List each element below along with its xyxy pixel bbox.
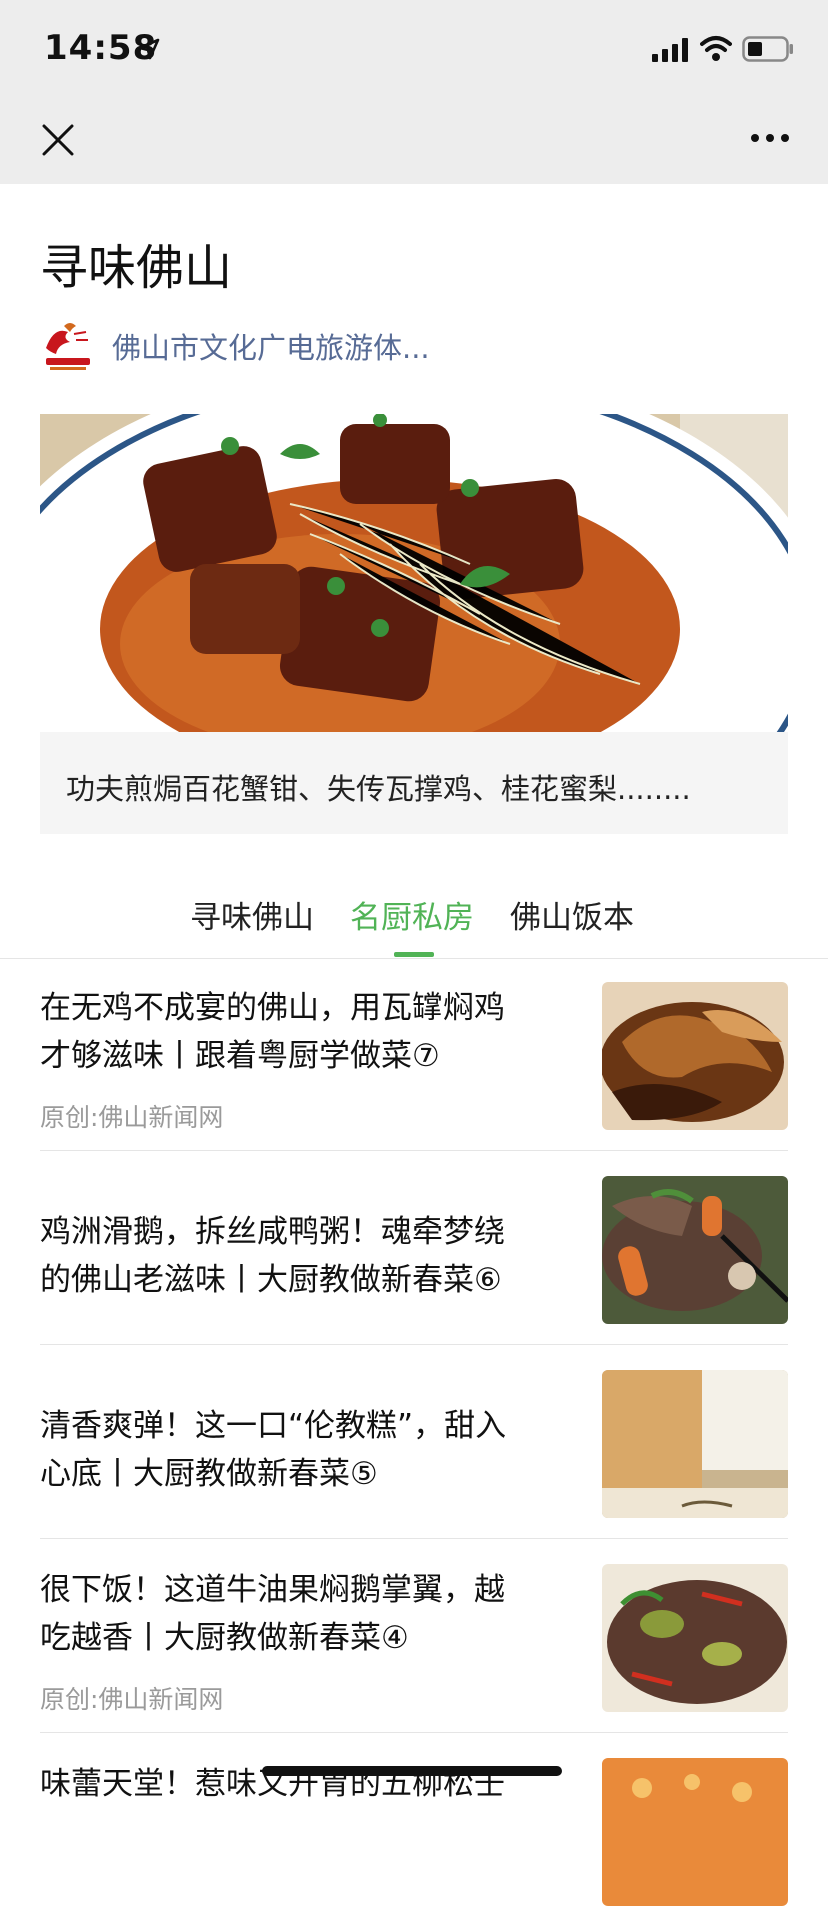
article-title-line1: 很下饭！这道牛油果焖鹅掌翼，越	[40, 1572, 505, 1608]
hero-caption: 功夫煎焗百花蟹钳、失传瓦撑鸡、桂花蜜梨........	[66, 772, 691, 806]
article-thumbnail	[602, 1176, 788, 1324]
location-arrow-icon	[138, 38, 160, 60]
article-item[interactable]: 清香爽弹！这一口“伦教糕”，甜入 心底丨大厨教做新春菜⑤	[40, 1346, 788, 1539]
active-tab-indicator	[394, 952, 434, 957]
article-thumbnail	[602, 982, 788, 1130]
article-item[interactable]: 味蕾天堂！惹味又开胃的五柳松壬	[40, 1734, 788, 1926]
article-title-line2: 心底丨大厨教做新春菜⑤	[40, 1456, 378, 1492]
article-item[interactable]: 很下饭！这道牛油果焖鹅掌翼，越 吃越香丨大厨教做新春菜④ 原创:佛山新闻网	[40, 1540, 788, 1733]
cellular-signal-icon	[652, 38, 688, 62]
home-indicator	[262, 1766, 562, 1776]
close-icon[interactable]	[40, 122, 76, 158]
hero-food-image	[40, 414, 788, 732]
article-item[interactable]: 在无鸡不成宴的佛山，用瓦罉焖鸡 才够滋味丨跟着粤厨学做菜⑦ 原创:佛山新闻网	[40, 958, 788, 1151]
tab-mingchu-sifang[interactable]: 名厨私房	[350, 892, 474, 937]
article-thumbnail	[602, 1370, 788, 1518]
status-bar: 14:58	[0, 0, 828, 100]
article-title-line1: 在无鸡不成宴的佛山，用瓦罉焖鸡	[40, 990, 505, 1026]
article-title-line2: 才够滋味丨跟着粤厨学做菜⑦	[40, 1038, 440, 1074]
article-source: 原创:佛山新闻网	[40, 1685, 224, 1714]
article-thumbnail	[602, 1758, 788, 1906]
publisher-logo	[40, 318, 96, 374]
article-source: 原创:佛山新闻网	[40, 1103, 224, 1132]
tab-xunwei-foshan[interactable]: 寻味佛山	[190, 892, 314, 937]
publisher-name: 佛山市文化广电旅游体...	[112, 331, 430, 365]
page-title: 寻味佛山	[40, 240, 233, 296]
tab-foshan-fanben[interactable]: 佛山饭本	[510, 892, 634, 937]
wifi-icon	[700, 36, 732, 61]
article-title-line2: 的佛山老滋味丨大厨教做新春菜⑥	[40, 1262, 502, 1298]
category-tabs: 寻味佛山 名厨私房 佛山饭本	[0, 880, 828, 959]
top-nav-bar	[0, 100, 828, 184]
article-title-line2: 吃越香丨大厨教做新春菜④	[40, 1620, 409, 1656]
battery-icon	[742, 36, 793, 62]
publisher-row[interactable]: 佛山市文化广电旅游体...	[40, 318, 430, 374]
hero-card[interactable]: 功夫煎焗百花蟹钳、失传瓦撑鸡、桂花蜜梨........	[40, 414, 788, 834]
more-options-icon[interactable]	[750, 132, 790, 144]
article-item[interactable]: 鸡洲滑鹅，拆丝咸鸭粥！魂牵梦绕 的佛山老滋味丨大厨教做新春菜⑥	[40, 1152, 788, 1345]
article-title-line1: 清香爽弹！这一口“伦教糕”，甜入	[40, 1408, 507, 1444]
article-title-line1: 鸡洲滑鹅，拆丝咸鸭粥！魂牵梦绕	[40, 1214, 505, 1250]
article-thumbnail	[602, 1564, 788, 1712]
